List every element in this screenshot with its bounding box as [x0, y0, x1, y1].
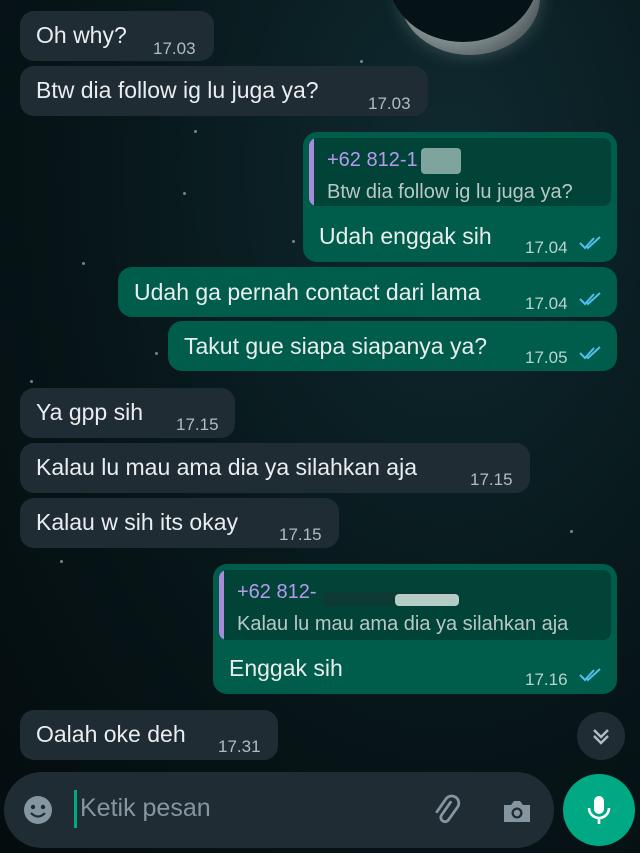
message-text: Enggak sih — [229, 655, 343, 681]
message-time: 17.16 — [525, 670, 568, 689]
message-text: Btw dia follow ig lu juga ya? — [36, 77, 319, 103]
emoji-button[interactable] — [20, 792, 56, 828]
message-text: Takut gue siapa siapanya ya? — [184, 333, 488, 359]
star — [194, 130, 197, 133]
message-time: 17.15 — [279, 525, 322, 544]
message-outgoing[interactable]: +62 812-1 Btw dia follow ig lu juga ya? … — [303, 132, 617, 262]
attach-button[interactable] — [428, 792, 466, 830]
redaction-block — [421, 148, 461, 174]
quote-bar — [309, 138, 314, 206]
message-text: Udah ga pernah contact dari lama — [134, 279, 481, 305]
quoted-message[interactable]: +62 812-1 Btw dia follow ig lu juga ya? — [309, 138, 611, 206]
camera-button[interactable] — [498, 792, 536, 830]
message-composer[interactable]: Ketik pesan — [4, 772, 554, 848]
text-cursor — [74, 790, 77, 828]
star — [570, 530, 573, 533]
star — [155, 352, 158, 355]
star — [30, 380, 33, 383]
message-time: 17.15 — [470, 470, 513, 489]
camera-icon — [504, 801, 530, 822]
message-incoming[interactable]: Ya gpp sih 17.15 — [20, 388, 235, 438]
attach-icon — [435, 794, 461, 824]
message-time: 17.03 — [153, 39, 196, 58]
message-text: Kalau lu mau ama dia ya silahkan aja — [36, 454, 418, 480]
message-text: Udah enggak sih — [319, 223, 492, 249]
message-incoming[interactable]: Kalau w sih its okay 17.15 — [20, 498, 339, 548]
mic-icon — [587, 796, 611, 824]
star — [292, 240, 295, 243]
message-time: 17.31 — [218, 737, 261, 756]
message-time: 17.05 — [525, 348, 568, 367]
message-text: Ya gpp sih — [36, 399, 143, 425]
star — [82, 262, 85, 265]
message-incoming[interactable]: Oh why? 17.03 — [20, 11, 214, 61]
read-ticks-icon — [579, 292, 601, 306]
quoted-message[interactable]: +62 812- Kalau lu mau ama dia ya silahka… — [219, 570, 611, 640]
star — [360, 60, 363, 63]
message-text: Kalau w sih its okay — [36, 509, 238, 535]
read-ticks-icon — [579, 236, 601, 250]
message-incoming[interactable]: Oalah oke deh 17.31 — [20, 710, 278, 760]
message-text: Oalah oke deh — [36, 721, 186, 747]
message-input[interactable]: Ketik pesan — [80, 794, 211, 823]
quote-sender: +62 812-1 — [327, 149, 418, 171]
message-outgoing[interactable]: Takut gue siapa siapanya ya? 17.05 — [168, 321, 617, 371]
voice-message-button[interactable] — [563, 774, 635, 846]
message-time: 17.15 — [176, 415, 219, 434]
star — [183, 192, 186, 195]
scroll-to-bottom-button[interactable] — [577, 712, 625, 760]
message-outgoing[interactable]: +62 812- Kalau lu mau ama dia ya silahka… — [213, 564, 617, 694]
message-time: 17.03 — [368, 94, 411, 113]
read-ticks-icon — [579, 668, 601, 682]
quote-bar — [219, 570, 224, 640]
message-incoming[interactable]: Kalau lu mau ama dia ya silahkan aja 17.… — [20, 443, 530, 493]
double-chevron-down-icon — [593, 729, 609, 745]
message-incoming[interactable]: Btw dia follow ig lu juga ya? 17.03 — [20, 66, 428, 116]
redaction-block — [395, 594, 459, 606]
quote-text: Kalau lu mau ama dia ya silahkan aja — [237, 613, 569, 635]
message-time: 17.04 — [525, 294, 568, 313]
quote-sender: +62 812- — [237, 581, 317, 603]
message-time: 17.04 — [525, 238, 568, 257]
emoji-icon — [24, 796, 52, 824]
star — [60, 560, 63, 563]
quote-text: Btw dia follow ig lu juga ya? — [327, 181, 573, 203]
message-text: Oh why? — [36, 22, 127, 48]
message-outgoing[interactable]: Udah ga pernah contact dari lama 17.04 — [118, 267, 617, 317]
read-ticks-icon — [579, 346, 601, 360]
